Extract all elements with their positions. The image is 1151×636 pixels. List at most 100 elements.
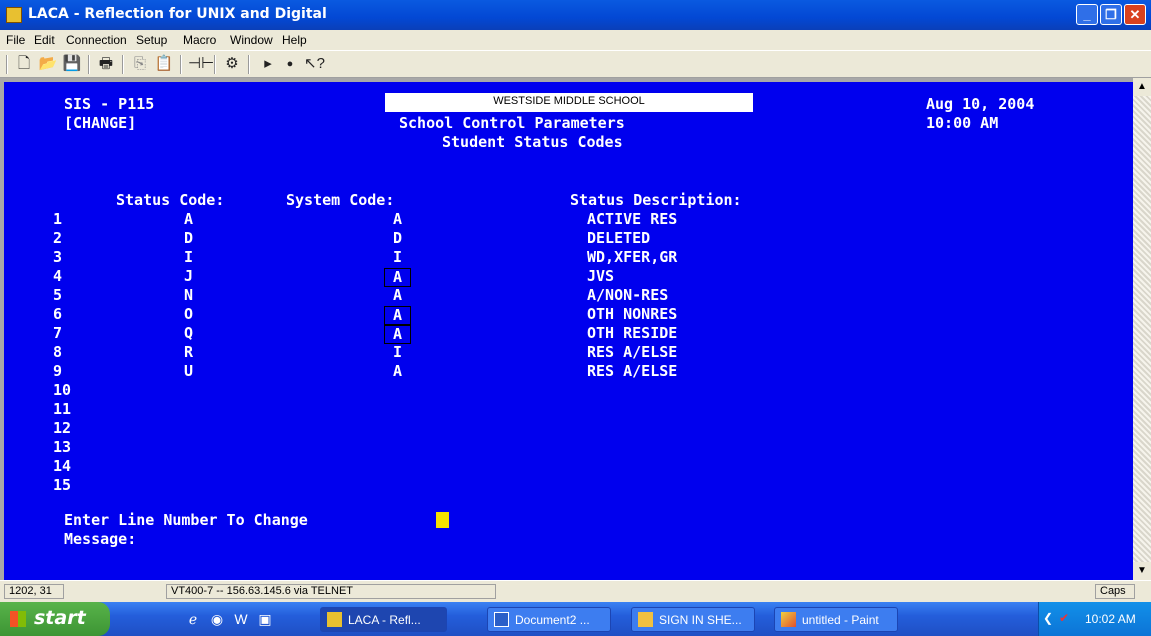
line-number: 12: [53, 419, 72, 437]
start-button[interactable]: start: [0, 602, 110, 636]
new-document-icon[interactable]: 🗋: [14, 55, 34, 73]
settings-icon[interactable]: ⚙: [222, 55, 242, 73]
status-code-cell: U: [184, 362, 194, 380]
system-code-field-highlighted[interactable]: A: [384, 306, 412, 325]
caps-lock-indicator: Caps: [1095, 584, 1135, 599]
task-label: Document2 ...: [515, 613, 590, 627]
cursor-position: 1202, 31: [4, 584, 64, 599]
antivirus-icon[interactable]: ✔: [1059, 611, 1069, 625]
save-disk-icon[interactable]: 💾: [62, 55, 82, 73]
school-name-banner: WESTSIDE MIDDLE SCHOOL: [385, 93, 753, 112]
task-label: LACA - Refl...: [348, 613, 421, 627]
status-description-cell: WD,XFER,GR: [587, 248, 678, 266]
reflection-app-icon[interactable]: [6, 7, 22, 23]
status-description-cell: A/NON-RES: [587, 286, 669, 304]
reflection-quicklaunch-icon[interactable]: ▣: [256, 610, 274, 628]
line-number: 13: [53, 438, 72, 456]
word-icon[interactable]: W: [232, 610, 250, 628]
column-header-status-code: Status Code:: [116, 191, 225, 209]
line-number: 4: [53, 267, 63, 285]
menu-bar: File Edit Connection Setup Macro Window …: [0, 30, 1151, 50]
status-code-cell: O: [184, 305, 194, 323]
scroll-track[interactable]: [1133, 96, 1151, 562]
line-number: 14: [53, 457, 72, 475]
status-code-cell: Q: [184, 324, 194, 342]
clock[interactable]: 10:02 AM: [1085, 612, 1136, 626]
menu-connection[interactable]: Connection: [66, 33, 127, 47]
status-bar: 1202, 31 VT400-7 -- 156.63.145.6 via TEL…: [0, 580, 1151, 603]
line-number: 2: [53, 229, 63, 247]
system-code-field-highlighted[interactable]: A: [384, 268, 412, 287]
scroll-up-icon[interactable]: ▲: [1133, 78, 1151, 96]
column-header-system-code: System Code:: [286, 191, 395, 209]
paint-icon: [781, 612, 796, 627]
mode-indicator: [CHANGE]: [64, 114, 137, 132]
menu-file[interactable]: File: [6, 33, 25, 47]
status-code-cell: J: [184, 267, 194, 285]
screen-time: 10:00 AM: [926, 114, 999, 132]
status-code-cell: R: [184, 343, 194, 361]
start-label: start: [34, 607, 86, 629]
status-description-cell: JVS: [587, 267, 615, 285]
line-number: 15: [53, 476, 72, 494]
heading-status-codes: Student Status Codes: [442, 133, 623, 151]
text-cursor[interactable]: [436, 512, 449, 528]
status-description-cell: ACTIVE RES: [587, 210, 678, 228]
open-folder-icon[interactable]: 📂: [38, 55, 58, 73]
system-code-cell: A: [393, 210, 403, 228]
restore-button[interactable]: ❐: [1100, 4, 1122, 25]
task-label: untitled - Paint: [802, 613, 879, 627]
task-untitled-paint[interactable]: untitled - Paint: [774, 607, 898, 632]
menu-edit[interactable]: Edit: [34, 33, 55, 47]
line-number: 9: [53, 362, 63, 380]
menu-setup[interactable]: Setup: [136, 33, 167, 47]
scroll-down-icon[interactable]: ▼: [1133, 562, 1151, 580]
browser-icon[interactable]: ◉: [208, 610, 226, 628]
minimize-button[interactable]: _: [1076, 4, 1098, 25]
line-number: 5: [53, 286, 63, 304]
task-document2[interactable]: Document2 ...: [487, 607, 611, 632]
toolbar: 🗋 📂 💾 🖶 ⎘ 📋 ⊣⊢ ⚙ ▸ ● ↖?: [0, 50, 1151, 78]
line-number: 10: [53, 381, 72, 399]
title-bar[interactable]: LACA - Reflection for UNIX and Digital _…: [0, 0, 1151, 30]
menu-help[interactable]: Help: [282, 33, 307, 47]
task-sign-in-sheet[interactable]: SIGN IN SHE...: [631, 607, 755, 632]
message-label: Message:: [64, 530, 137, 548]
context-help-icon[interactable]: ↖?: [304, 55, 325, 73]
paste-icon[interactable]: 📋: [154, 55, 174, 73]
line-number: 1: [53, 210, 63, 228]
play-macro-icon[interactable]: ▸: [258, 55, 278, 73]
prompt-enter-line-number: Enter Line Number To Change: [64, 511, 308, 529]
connection-info: VT400-7 -- 156.63.145.6 via TELNET: [166, 584, 496, 599]
heading-parameters: School Control Parameters: [399, 114, 625, 132]
connect-plug-icon[interactable]: ⊣⊢: [188, 55, 214, 73]
line-number: 8: [53, 343, 63, 361]
task-laca-reflection[interactable]: LACA - Refl...: [320, 607, 447, 632]
column-header-status-description: Status Description:: [570, 191, 742, 209]
school-name: WESTSIDE MIDDLE SCHOOL: [493, 95, 645, 107]
close-button[interactable]: ✕: [1124, 4, 1146, 25]
status-code-cell: N: [184, 286, 194, 304]
windows-logo-icon: [10, 611, 26, 627]
status-code-cell: D: [184, 229, 194, 247]
system-tray: ❮ ✔ 10:02 AM: [1038, 602, 1151, 636]
line-number: 11: [53, 400, 72, 418]
system-code-field-highlighted[interactable]: A: [384, 325, 412, 344]
vertical-scrollbar[interactable]: ▲ ▼: [1133, 78, 1151, 580]
program-id: SIS - P115: [64, 95, 155, 113]
line-number: 3: [53, 248, 63, 266]
menu-macro[interactable]: Macro: [183, 33, 216, 47]
status-description-cell: OTH RESIDE: [587, 324, 678, 342]
system-code-cell: I: [393, 343, 403, 361]
terminal-screen[interactable]: SIS - P115 [CHANGE] Aug 10, 2004 10:00 A…: [0, 78, 1133, 580]
internet-explorer-icon[interactable]: ℯ: [184, 610, 202, 628]
folder-icon: [638, 612, 653, 627]
word-document-icon: [494, 612, 509, 627]
print-icon[interactable]: 🖶: [96, 55, 116, 73]
record-macro-icon[interactable]: ●: [280, 55, 300, 73]
menu-window[interactable]: Window: [230, 33, 273, 47]
status-description-cell: OTH NONRES: [587, 305, 678, 323]
copy-icon[interactable]: ⎘: [130, 55, 150, 73]
tray-expand-icon[interactable]: ❮: [1043, 611, 1053, 625]
window-title: LACA - Reflection for UNIX and Digital: [28, 6, 327, 22]
